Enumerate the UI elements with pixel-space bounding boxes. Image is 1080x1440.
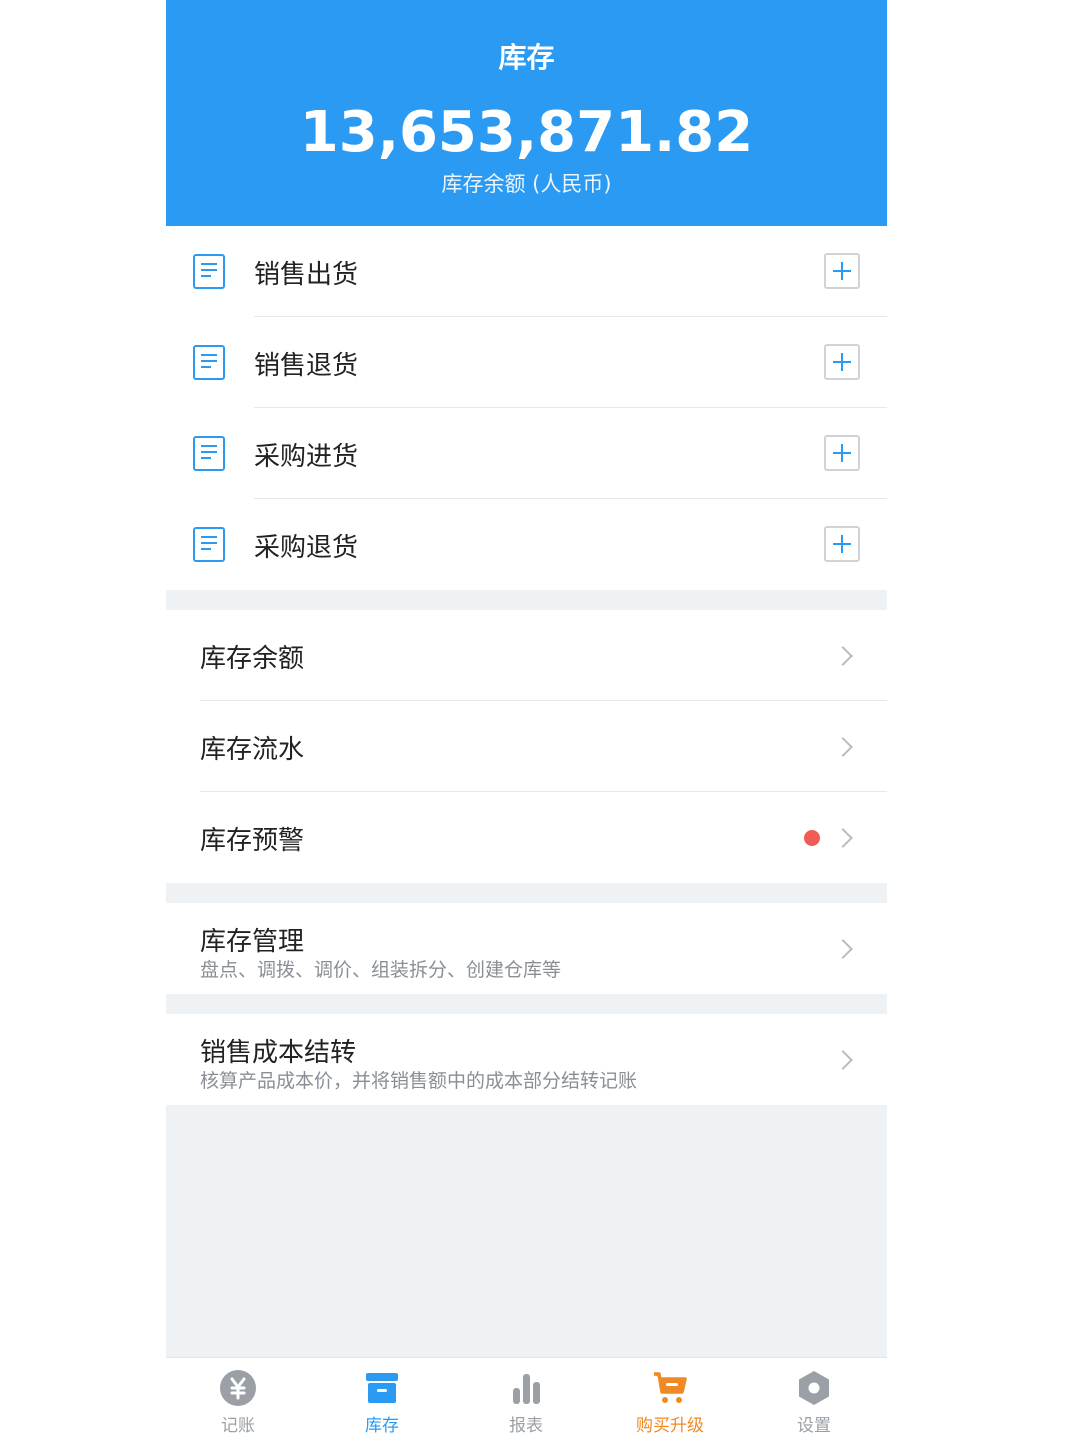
nav-item-inventory-alert[interactable]: 库存预警 xyxy=(166,792,887,883)
document-icon xyxy=(193,254,225,289)
doc-row-label: 采购进货 xyxy=(254,442,359,472)
chevron-right-icon xyxy=(833,1050,853,1070)
tab-settings[interactable]: 设置 xyxy=(742,1358,886,1440)
doc-row-purchase-return[interactable]: 采购退货 xyxy=(166,499,887,590)
inventory-balance-amount: 13,653,871.82 xyxy=(299,100,754,165)
doc-row-sales-return[interactable]: 销售退货 xyxy=(166,317,887,408)
bottom-tab-bar: 记账 库存 报表 购买升级 设置 xyxy=(166,1357,887,1440)
nav-item-description: 核算产品成本价，并将销售额中的成本部分结转记账 xyxy=(200,1070,638,1092)
nav-item-sales-cost-carryforward[interactable]: 销售成本结转 核算产品成本价，并将销售额中的成本部分结转记账 xyxy=(166,1014,887,1105)
nav-item-label: 销售成本结转 xyxy=(200,1038,357,1068)
hexagon-settings-icon xyxy=(799,1371,829,1405)
doc-row-sales-out[interactable]: 销售出货 xyxy=(166,226,887,317)
inventory-balance-caption: 库存余额 (人民币) xyxy=(441,172,612,196)
nav-item-label: 库存管理 xyxy=(200,927,305,957)
nav-item-inventory-balance[interactable]: 库存余额 xyxy=(166,610,887,701)
page-title: 库存 xyxy=(498,41,555,74)
app-screen: 库存 13,653,871.82 库存余额 (人民币) 销售出货 销售退货 采购… xyxy=(166,0,887,1440)
doc-row-label: 销售退货 xyxy=(254,351,359,381)
bar-chart-icon xyxy=(513,1374,540,1404)
add-purchase-return-button[interactable] xyxy=(824,526,860,562)
tab-label: 记账 xyxy=(221,1416,255,1436)
tab-label: 库存 xyxy=(365,1416,399,1436)
chevron-right-icon xyxy=(833,828,853,848)
yen-icon xyxy=(220,1370,256,1406)
tab-reports[interactable]: 报表 xyxy=(454,1358,598,1440)
nav-item-inventory-flow[interactable]: 库存流水 xyxy=(166,701,887,792)
nav-item-description: 盘点、调拨、调价、组装拆分、创建仓库等 xyxy=(200,959,562,981)
document-icon xyxy=(193,527,225,562)
alert-dot-badge xyxy=(804,830,820,846)
add-purchase-in-button[interactable] xyxy=(824,435,860,471)
nav-item-label: 库存余额 xyxy=(200,644,305,674)
tab-label: 设置 xyxy=(797,1416,831,1436)
doc-row-label: 销售出货 xyxy=(254,260,359,290)
box-icon xyxy=(366,1373,398,1403)
tab-inventory[interactable]: 库存 xyxy=(310,1358,454,1440)
cart-icon xyxy=(654,1372,687,1403)
nav-item-label: 库存预警 xyxy=(200,826,305,856)
doc-row-label: 采购退货 xyxy=(254,533,359,563)
nav-item-label: 库存流水 xyxy=(200,735,305,765)
chevron-right-icon xyxy=(833,737,853,757)
document-icon xyxy=(193,436,225,471)
chevron-right-icon xyxy=(833,939,853,959)
chevron-right-icon xyxy=(833,646,853,666)
document-actions-card: 销售出货 销售退货 采购进货 采购退货 xyxy=(166,226,887,590)
doc-row-purchase-in[interactable]: 采购进货 xyxy=(166,408,887,499)
add-sales-return-button[interactable] xyxy=(824,344,860,380)
tab-upgrade[interactable]: 购买升级 xyxy=(598,1358,742,1440)
document-icon xyxy=(193,345,225,380)
tab-bookkeeping[interactable]: 记账 xyxy=(166,1358,310,1440)
tab-label: 报表 xyxy=(509,1416,543,1436)
tab-label: 购买升级 xyxy=(636,1416,704,1436)
add-sales-out-button[interactable] xyxy=(824,253,860,289)
inventory-header: 库存 13,653,871.82 库存余额 (人民币) xyxy=(166,0,887,240)
nav-item-inventory-management[interactable]: 库存管理 盘点、调拨、调价、组装拆分、创建仓库等 xyxy=(166,903,887,994)
